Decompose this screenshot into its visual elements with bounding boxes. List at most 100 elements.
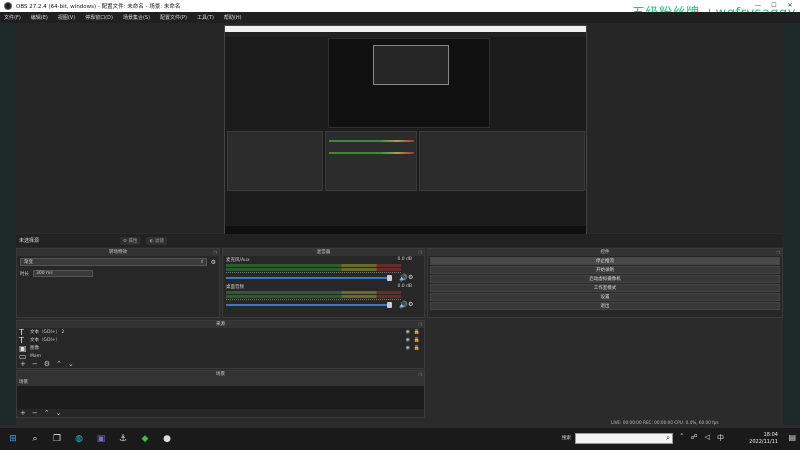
gear-icon[interactable]: ⚙ — [408, 274, 413, 281]
ime-icon[interactable]: 中 — [717, 433, 724, 443]
windows-start-icon[interactable]: ⊞ — [4, 430, 22, 448]
clock-date: 2022/11/11 — [749, 439, 778, 445]
source-item[interactable]: T 文本（GDI+） ◉ 🔒 — [17, 336, 424, 345]
anchor-app-icon[interactable]: ⚓ — [114, 430, 132, 448]
source-item[interactable]: T 文本（GDI+） 2 ◉ 🔒 — [17, 328, 424, 337]
menu-docks[interactable]: 停靠窗口(D) — [85, 14, 113, 21]
transitions-dock: 转场特效 ❐ 渐变 ⇕ ⚙ 时长 300 ms — [16, 248, 220, 318]
eye-icon[interactable]: ◉ — [406, 329, 410, 335]
scene-item[interactable]: 场景 — [17, 378, 424, 386]
menu-help[interactable]: 帮助(H) — [224, 14, 242, 21]
menu-profile[interactable]: 配置文件(P) — [160, 14, 187, 21]
dock-header: 来源 ❐ — [17, 321, 424, 328]
edge-browser-icon[interactable]: ◍ — [70, 430, 88, 448]
meter-scale — [226, 272, 401, 275]
menu-tools[interactable]: 工具(T) — [197, 14, 214, 21]
transition-value: 渐变 — [24, 260, 33, 265]
source-item[interactable]: ▭ Mam — [17, 352, 424, 361]
studio-mode-button[interactable]: 工作室模式 — [430, 284, 780, 292]
obs-taskbar-icon[interactable]: ● — [158, 430, 176, 448]
lock-icon[interactable]: 🔒 — [414, 345, 420, 351]
source-toolbar: 未选择源 ⚙ 属性 ◐ 滤镜 — [16, 234, 783, 247]
selection-label: 未选择源 — [19, 238, 40, 244]
sources-toolbar: + − ⚙ ⌃ ⌄ — [17, 360, 424, 368]
settings-button[interactable]: 设置 — [430, 293, 780, 301]
properties-label: 属性 — [128, 238, 138, 244]
stop-streaming-button[interactable]: 停止推流 — [430, 257, 780, 265]
mixer-channel: 麦克风/Aux 0.0 dB 🔊 ⚙ — [225, 257, 422, 283]
menu-edit[interactable]: 编辑(E) — [31, 14, 48, 21]
dock-title: 转场特效 — [109, 250, 127, 255]
transition-select[interactable]: 渐变 ⇕ — [20, 258, 207, 266]
move-up-button[interactable]: ⌃ — [56, 360, 62, 368]
duration-input[interactable]: 300 ms — [33, 270, 93, 277]
volume-slider-handle[interactable] — [387, 302, 392, 308]
dock-float-icon[interactable]: ❐ — [418, 321, 422, 328]
menu-scene-collection[interactable]: 场景集合(S) — [123, 14, 150, 21]
task-view-icon[interactable]: ❐ — [48, 430, 66, 448]
dock-float-icon[interactable]: ❐ — [776, 249, 780, 256]
nested-menubar — [225, 32, 586, 37]
speaker-icon[interactable]: 🔊 — [399, 274, 408, 282]
nested-meter — [329, 152, 414, 154]
taskbar-clock[interactable]: 18:04 2022/11/11 — [749, 432, 778, 446]
dock-float-icon[interactable]: ❐ — [418, 249, 422, 256]
dock-float-icon[interactable]: ❐ — [213, 249, 217, 256]
properties-button[interactable]: ⚙ 属性 — [120, 236, 141, 245]
lock-icon[interactable]: 🔒 — [414, 329, 420, 335]
lock-icon[interactable]: 🔒 — [414, 337, 420, 343]
channel-db: 0.0 dB — [397, 284, 412, 289]
app-icon[interactable]: ▣ — [92, 430, 110, 448]
taskbar: ⊞ ⌕ ❐ ◍ ▣ ⚓ ◆ ● 搜索 ⌕ ˄ ☍ ◁ 中 18:04 2022/… — [0, 428, 800, 450]
dock-title: 混音器 — [316, 250, 331, 255]
green-app-icon[interactable]: ◆ — [136, 430, 154, 448]
duration-label: 时长 — [20, 271, 29, 277]
network-icon[interactable]: ☍ — [691, 433, 698, 443]
notification-icon[interactable]: ▤ — [788, 433, 796, 442]
scenes-toolbar: + − ⌃ ⌄ — [17, 409, 424, 417]
add-source-button[interactable]: + — [20, 360, 26, 368]
volume-meter — [226, 264, 401, 267]
gear-icon[interactable]: ⚙ — [408, 301, 413, 308]
menu-view[interactable]: 视图(V) — [58, 14, 75, 21]
dock-title: 控件 — [600, 250, 610, 255]
search-icon[interactable]: ⌕ — [26, 430, 44, 448]
search-label: 搜索 — [562, 436, 571, 441]
move-down-button[interactable]: ⌄ — [68, 360, 74, 368]
nested-dock — [325, 131, 417, 191]
volume-slider[interactable] — [226, 304, 391, 306]
volume-icon[interactable]: ◁ — [705, 433, 710, 443]
taskbar-search-input[interactable]: ⌕ — [575, 433, 673, 444]
start-virtual-camera-button[interactable]: 启动虚拟摄像机 — [430, 275, 780, 283]
volume-slider-handle[interactable] — [387, 275, 392, 281]
dock-header: 转场特效 ❐ — [17, 249, 219, 256]
menu-file[interactable]: 文件(F) — [4, 14, 21, 21]
audio-mixer-dock: 混音器 ❐ 麦克风/Aux 0.0 dB 🔊 ⚙ 桌面音频 0.0 dB 🔊 ⚙ — [222, 248, 425, 318]
filters-button[interactable]: ◐ 滤镜 — [146, 236, 167, 245]
volume-slider[interactable] — [226, 277, 391, 279]
nested-inner-preview — [373, 45, 449, 85]
filter-icon: ◐ — [149, 238, 154, 244]
channel-db: 0.0 dB — [397, 257, 412, 262]
chevron-up-icon[interactable]: ˄ — [680, 433, 684, 443]
source-item[interactable]: ▣ 图像 ◉ 🔒 — [17, 344, 424, 353]
remove-scene-button[interactable]: − — [32, 409, 38, 417]
remove-source-button[interactable]: − — [32, 360, 38, 368]
exit-button[interactable]: 退出 — [430, 302, 780, 310]
gear-icon[interactable]: ⚙ — [44, 360, 50, 368]
eye-icon[interactable]: ◉ — [406, 345, 410, 351]
dock-header: 混音器 ❐ — [223, 249, 424, 256]
start-recording-button[interactable]: 开始录制 — [430, 266, 780, 274]
background-right — [783, 23, 800, 425]
eye-icon[interactable]: ◉ — [406, 337, 410, 343]
dock-float-icon[interactable]: ❐ — [418, 371, 422, 378]
speaker-icon[interactable]: 🔊 — [399, 301, 408, 309]
move-up-button[interactable]: ⌃ — [44, 409, 50, 417]
channel-name: 桌面音频 — [226, 285, 244, 290]
source-name: 文本（GDI+） 2 — [30, 330, 65, 335]
add-scene-button[interactable]: + — [20, 409, 26, 417]
source-name: 图像 — [30, 346, 39, 351]
sources-dock: 来源 ❐ T 文本（GDI+） 2 ◉ 🔒 T 文本（GDI+） ◉ 🔒 ▣ 图像 ◉… — [16, 320, 425, 369]
move-down-button[interactable]: ⌄ — [56, 409, 62, 417]
transition-settings-icon[interactable]: ⚙ — [211, 259, 216, 266]
